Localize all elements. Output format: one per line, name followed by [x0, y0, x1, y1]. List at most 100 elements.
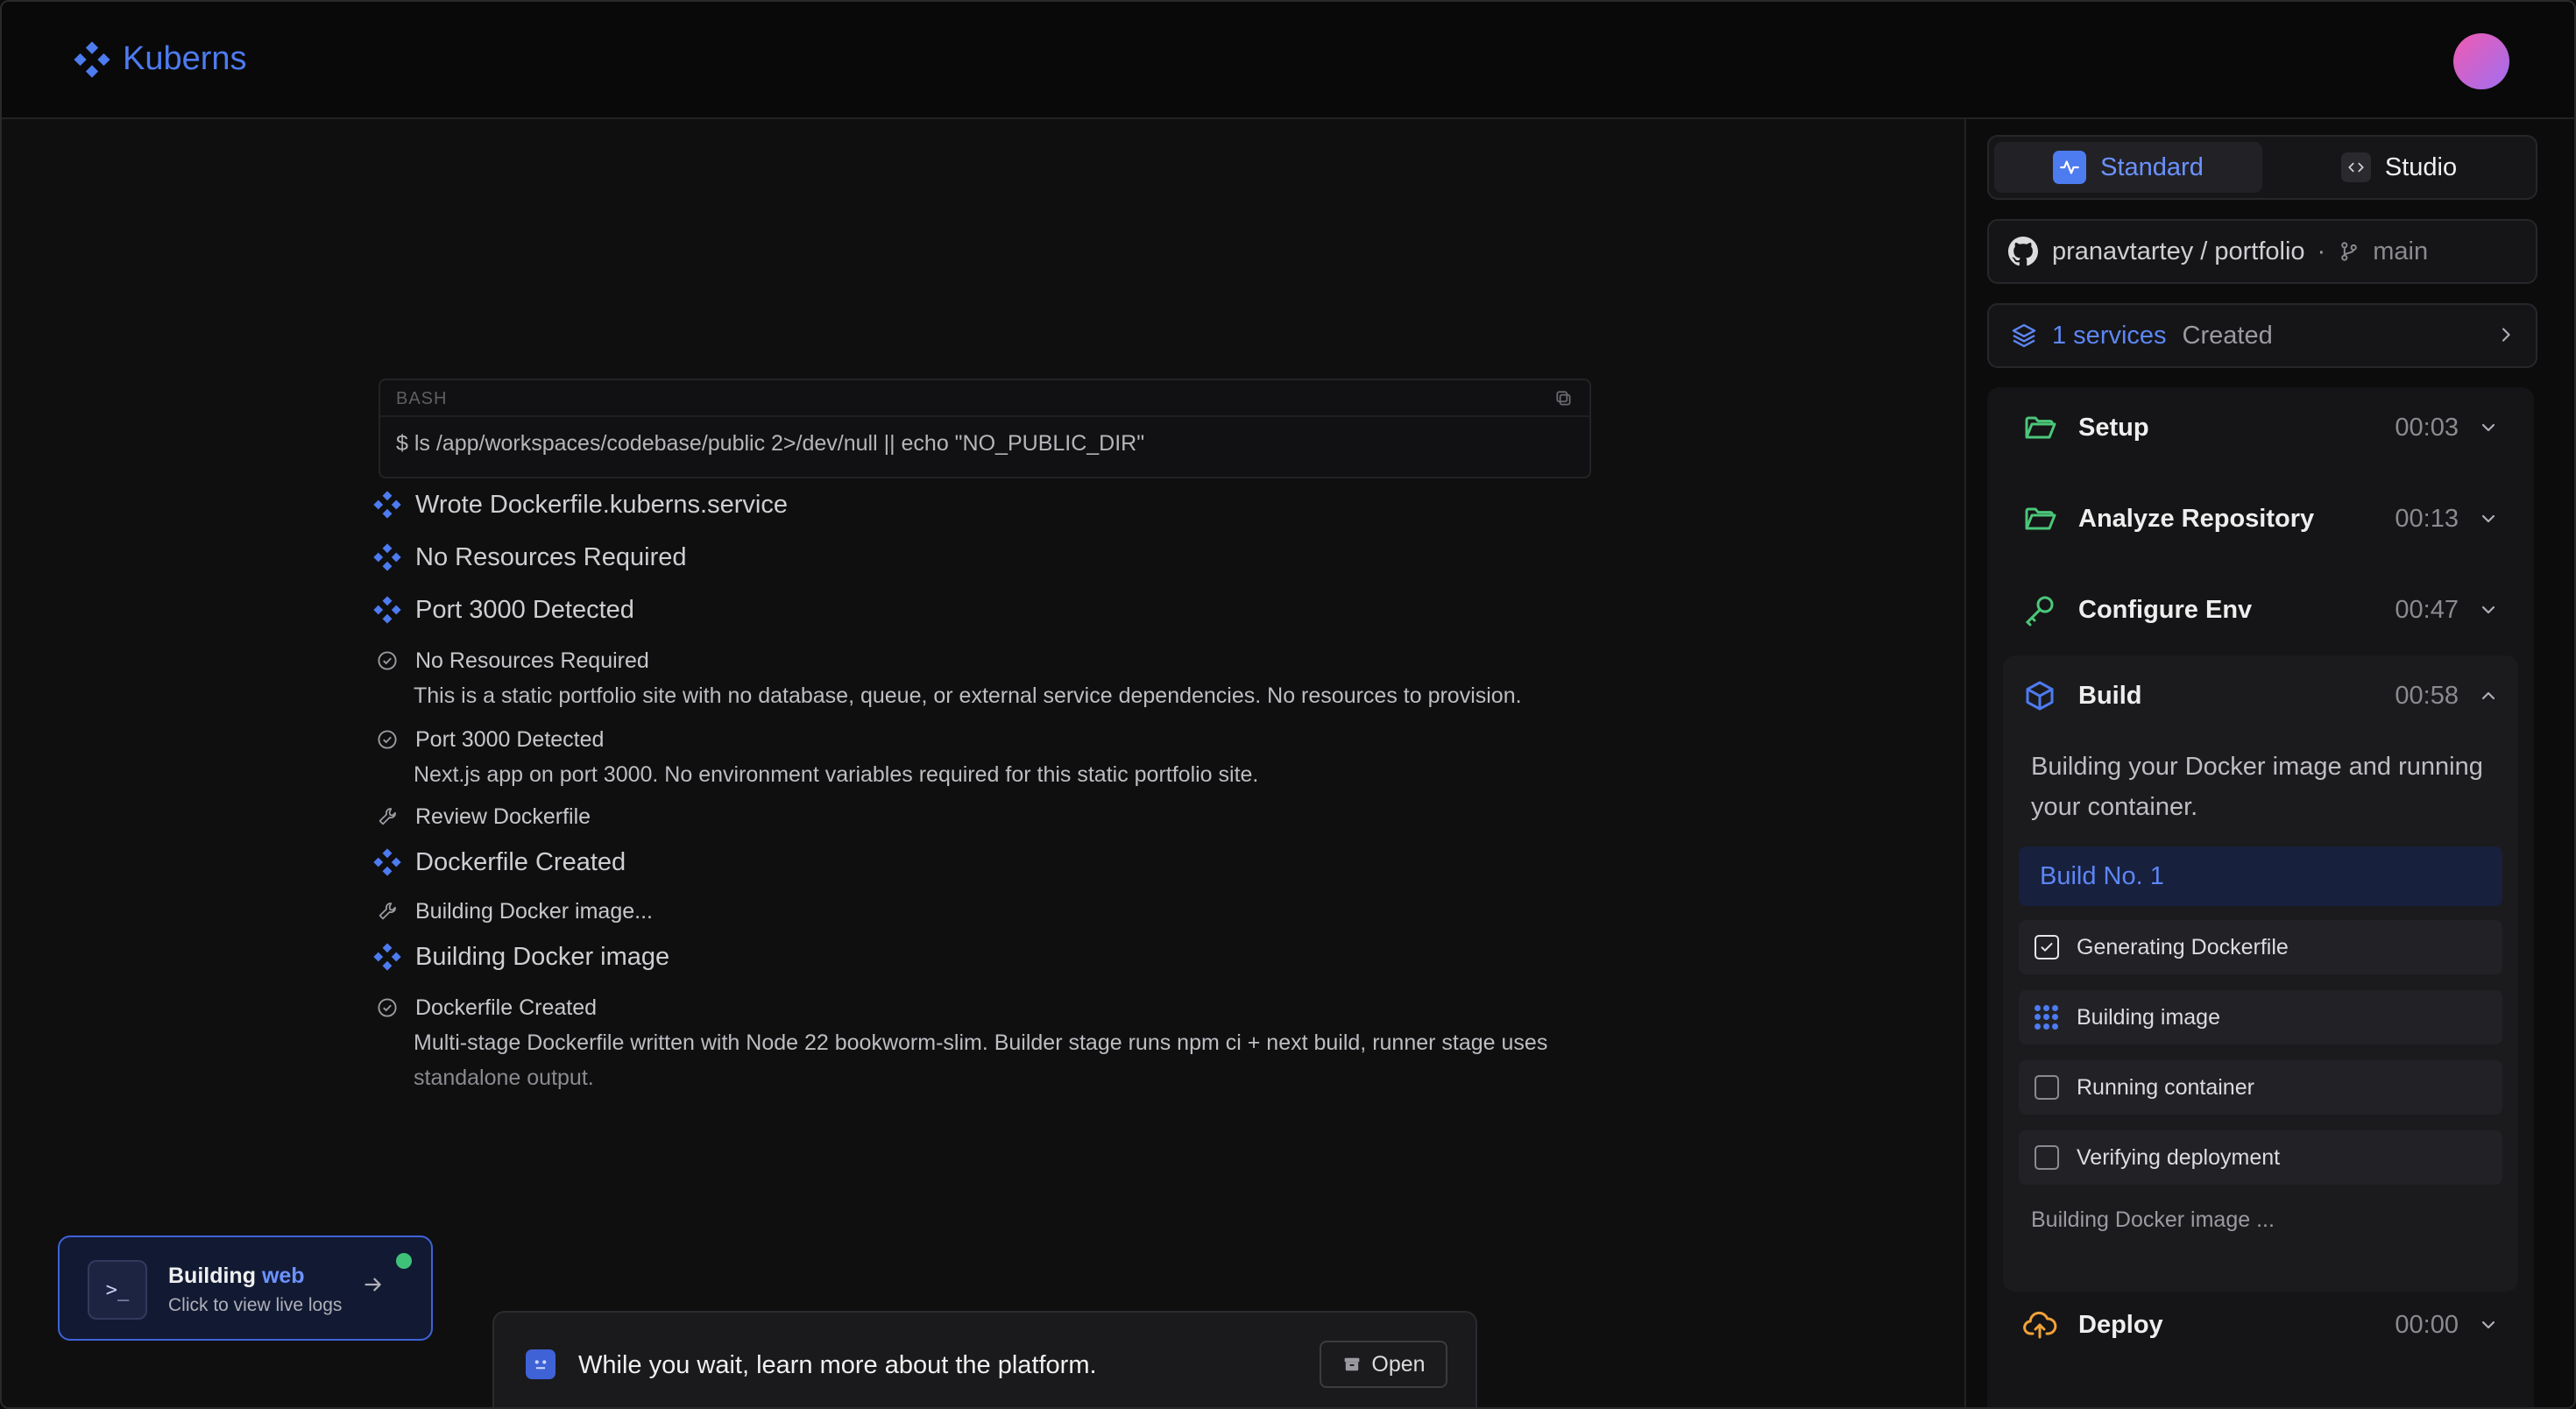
step-name: Build [2078, 682, 2142, 710]
chevron-right-icon [2502, 328, 2510, 342]
build-number[interactable]: Build No. 1 [2019, 846, 2502, 906]
activity-icon [2053, 151, 2087, 184]
logo[interactable]: Kuberns [74, 40, 247, 78]
kuberns-diamond-icon [370, 845, 405, 880]
chevron-down-icon [2481, 605, 2495, 614]
bash-label: BASH [396, 389, 448, 408]
open-button[interactable]: Open [1320, 1341, 1447, 1388]
task-running-container: Running container [2019, 1060, 2502, 1115]
task-label: Running container [2077, 1074, 2254, 1100]
folder-open-icon [2025, 416, 2056, 439]
open-button-label: Open [1371, 1351, 1426, 1377]
check-circle-icon [370, 643, 405, 678]
task-building-image: Building image [2019, 990, 2502, 1044]
tab-studio[interactable]: Studio [2268, 142, 2530, 193]
bash-header: BASH [380, 380, 1589, 417]
live-logs-service: web [261, 1264, 305, 1288]
repo-name: pranavtartey / portfolio [2052, 237, 2305, 266]
kuberns-diamond-icon [370, 939, 405, 974]
task-label: Verifying deployment [2077, 1144, 2281, 1170]
check-circle-icon [370, 990, 405, 1025]
checkbox-empty-icon [2035, 1075, 2059, 1100]
step-build[interactable]: Build 00:58 [1987, 655, 2534, 734]
task-generating-dockerfile: Generating Dockerfile [2019, 920, 2502, 974]
repo-separator: · [2317, 237, 2326, 266]
feed-check-description-faded: standalone output. [414, 1066, 594, 1090]
bot-icon [526, 1349, 556, 1379]
kuberns-logo-icon [74, 40, 110, 78]
feed-tool: Review Dockerfile [370, 799, 591, 834]
bash-block: BASH $ ls /app/workspaces/codebase/publi… [379, 379, 1591, 478]
archive-icon [1345, 1357, 1360, 1371]
services-count: 1 services [2052, 321, 2167, 350]
step-analyze-repository[interactable]: Analyze Repository 00:13 [1987, 478, 2534, 557]
chevron-down-icon [2481, 423, 2495, 432]
wrench-icon [370, 894, 405, 929]
loading-dots-icon [2035, 1005, 2059, 1030]
feed-check-description: Multi-stage Dockerfile written with Node… [414, 1025, 1605, 1095]
step-time: 00:13 [2395, 505, 2459, 533]
task-label: Generating Dockerfile [2077, 934, 2289, 959]
code-icon [2340, 152, 2371, 182]
step-setup[interactable]: Setup 00:03 [1987, 387, 2534, 466]
feed-event-text: Wrote Dockerfile.kuberns.service [415, 490, 788, 519]
feed-tool: Building Docker image... [370, 894, 653, 929]
deployment-steps: Setup 00:03 Analyze Repository 00:13 Con… [1987, 387, 2534, 1407]
feed-event: No Resources Required [370, 540, 686, 575]
task-label: Building image [2077, 1004, 2220, 1030]
live-logs-title: Building web [168, 1264, 305, 1289]
learn-more-bar: While you wait, learn more about the pla… [492, 1311, 1477, 1407]
arrow-right-icon [364, 1278, 381, 1292]
feed-tool-text: Building Docker image... [415, 898, 653, 924]
chevron-down-icon [2481, 1320, 2495, 1329]
learn-more-text: While you wait, learn more about the pla… [578, 1351, 1097, 1379]
feed-tool-text: Review Dockerfile [415, 804, 591, 829]
terminal-icon: >_ [88, 1260, 147, 1320]
step-name: Analyze Repository [2078, 505, 2315, 533]
step-time: 00:00 [2395, 1311, 2459, 1339]
step-configure-env[interactable]: Configure Env 00:47 [1987, 570, 2534, 648]
deployment-sidebar: Standard Studio pranavtartey / portfolio… [1964, 119, 2574, 1407]
step-name: Deploy [2078, 1311, 2163, 1339]
copy-icon[interactable] [1554, 389, 1574, 408]
folder-open-icon [2025, 507, 2056, 530]
top-bar: Kuberns [2, 2, 2574, 119]
build-description: Building your Docker image and running y… [2031, 753, 2483, 821]
kuberns-diamond-icon [370, 487, 405, 522]
feed-check-title: No Resources Required [415, 648, 649, 673]
chevron-down-icon [2481, 514, 2495, 523]
checkbox-checked-icon [2035, 935, 2059, 959]
avatar[interactable] [2453, 33, 2509, 89]
feed-check-description-text: Multi-stage Dockerfile written with Node… [414, 1030, 1548, 1055]
step-build-panel: Build 00:58 Building your Docker image a… [2003, 655, 2518, 1292]
repo-selector[interactable]: pranavtartey / portfolio · main [1987, 219, 2537, 284]
feed-event-text: Dockerfile Created [415, 847, 626, 876]
box-icon [2026, 681, 2054, 711]
step-name: Configure Env [2078, 596, 2253, 624]
step-deploy[interactable]: Deploy 00:00 [1987, 1285, 2534, 1363]
feed-event: Port 3000 Detected [370, 592, 634, 627]
app-window: Kuberns BASH $ ls /app/workspaces/codeba… [0, 0, 2576, 1409]
tab-standard[interactable]: Standard [1994, 142, 2262, 193]
step-time: 00:03 [2395, 414, 2459, 442]
feed-check: Dockerfile Created [370, 990, 597, 1025]
feed-event: Building Docker image [370, 939, 669, 974]
key-icon [2025, 596, 2054, 627]
cloud-upload-icon [2023, 1311, 2057, 1339]
feed-event-text: Building Docker image [415, 942, 670, 971]
chevron-up-icon [2481, 691, 2495, 700]
build-status-text: Building Docker image ... [2031, 1207, 2275, 1232]
tab-studio-label: Studio [2384, 152, 2458, 181]
live-logs-card[interactable]: >_ Building web Click to view live logs [58, 1236, 433, 1341]
live-logs-title-prefix: Building [168, 1264, 256, 1288]
check-circle-icon [370, 722, 405, 757]
kuberns-diamond-icon [370, 540, 405, 575]
feed-check-description: Next.js app on port 3000. No environment… [414, 762, 1259, 787]
status-dot [396, 1253, 412, 1269]
branch-name: main [2373, 237, 2429, 266]
services-summary[interactable]: 1 services Created [1987, 303, 2537, 368]
step-time: 00:47 [2395, 596, 2459, 624]
feed-check-title: Dockerfile Created [415, 995, 598, 1020]
main-content: BASH $ ls /app/workspaces/codebase/publi… [2, 119, 1964, 1407]
github-icon [2008, 237, 2038, 266]
